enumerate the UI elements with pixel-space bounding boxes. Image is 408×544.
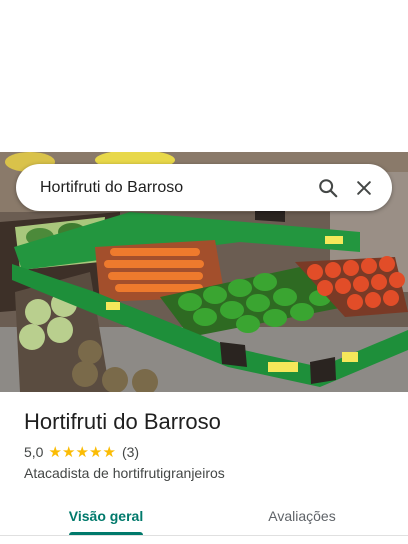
review-count[interactable]: (3) — [122, 444, 139, 460]
place-category[interactable]: Atacadista de hortifrutigranjeiros — [24, 465, 225, 481]
rating-stars: ★ ★ ★ ★ ★ — [48, 445, 116, 460]
tab-bar: Visão geral Avaliações — [0, 496, 408, 544]
rating-value: 5,0 — [24, 444, 44, 460]
star-icon: ★ — [75, 443, 89, 461]
place-title: Hortifruti do Barroso — [24, 409, 221, 434]
search-input[interactable]: Hortifruti do Barroso — [40, 179, 310, 197]
star-icon: ★ — [102, 443, 116, 461]
tab-overview[interactable]: Visão geral — [46, 496, 166, 536]
star-icon: ★ — [88, 443, 103, 461]
tabs-divider — [0, 535, 408, 536]
tab-reviews[interactable]: Avaliações — [242, 496, 362, 536]
search-bar[interactable]: Hortifruti do Barroso — [16, 164, 392, 211]
close-icon[interactable] — [346, 170, 382, 206]
rating-row[interactable]: 5,0 ★ ★ ★ ★ ★ (3) — [24, 444, 139, 460]
star-icon: ★ — [48, 443, 62, 461]
star-icon: ★ — [61, 443, 76, 461]
top-blank-area — [0, 0, 408, 152]
search-icon[interactable] — [310, 170, 346, 206]
